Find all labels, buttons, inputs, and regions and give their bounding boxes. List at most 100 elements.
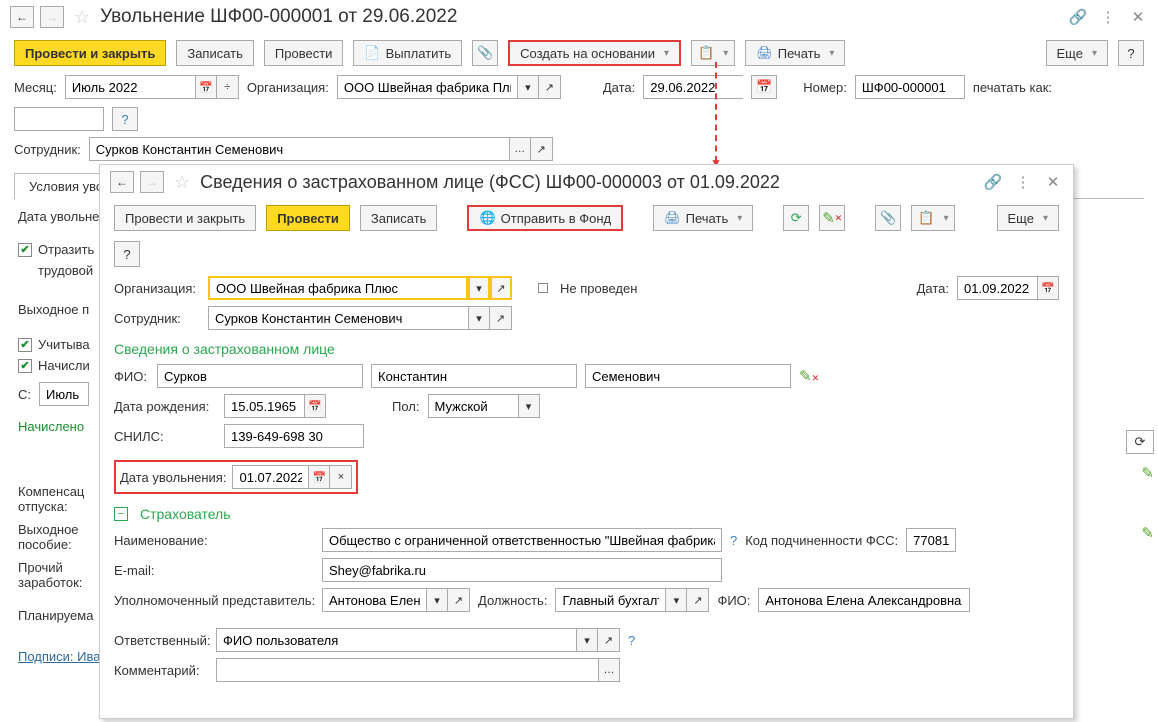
org-dropdown-icon[interactable]: ▾ (517, 75, 539, 99)
position-dropdown-icon[interactable]: ▾ (665, 588, 687, 612)
favorite-star-icon[interactable]: ☆ (74, 7, 90, 28)
nav-forward-button[interactable]: → (40, 6, 64, 28)
position-input[interactable] (555, 588, 665, 612)
dismiss-date-input[interactable] (232, 465, 308, 489)
fss-code-input[interactable] (906, 528, 956, 552)
kebab-menu-icon[interactable]: ⋮ (1098, 7, 1118, 27)
c-input[interactable] (39, 382, 89, 406)
child-employee-input[interactable] (208, 306, 468, 330)
send-to-fund-button[interactable]: 🌐Отправить в Фонд (467, 205, 623, 231)
child-employee-dropdown-icon[interactable]: ▾ (468, 306, 490, 330)
save-button[interactable]: Записать (176, 40, 254, 66)
help-button[interactable]: ? (1118, 40, 1144, 66)
child-link-icon[interactable]: 🔗 (983, 172, 1003, 192)
child-org-dropdown-icon[interactable]: ▾ (468, 276, 490, 300)
employee-label: Сотрудник: (14, 142, 81, 157)
print-as-input[interactable] (14, 107, 104, 131)
print-button[interactable]: 🖨Печать (745, 40, 845, 66)
date-calendar-icon[interactable]: 📅 (751, 75, 777, 99)
rep-input[interactable] (322, 588, 426, 612)
child-nav-back-button[interactable]: ← (110, 171, 134, 193)
fio-edit-icon[interactable]: ✎✕ (799, 367, 819, 385)
employee-open-icon[interactable]: ↗ (531, 137, 553, 161)
first-name-input[interactable] (371, 364, 577, 388)
child-date-calendar-icon[interactable]: 📅 (1037, 276, 1059, 300)
birth-calendar-icon[interactable]: 📅 (304, 394, 326, 418)
insurer-collapse-toggle[interactable]: − (114, 507, 128, 521)
responsible-help-icon[interactable]: ? (628, 633, 635, 648)
child-nav-forward-button[interactable]: → (140, 171, 164, 193)
middle-name-input[interactable] (585, 364, 791, 388)
responsible-open-icon[interactable]: ↗ (598, 628, 620, 652)
sex-dropdown-icon[interactable]: ▾ (518, 394, 540, 418)
employee-more-icon[interactable]: … (509, 137, 531, 161)
sex-input[interactable] (428, 394, 518, 418)
link-icon[interactable]: 🔗 (1068, 7, 1088, 27)
insurer-name-input[interactable] (322, 528, 722, 552)
post-button[interactable]: Провести (264, 40, 344, 66)
child-edit-button[interactable]: ✎✕ (819, 205, 845, 231)
responsible-input[interactable] (216, 628, 576, 652)
consider-checkbox[interactable]: ✔ (18, 338, 32, 352)
snils-input[interactable] (224, 424, 364, 448)
edit-pencil-icon-1[interactable]: ✎ (1141, 464, 1154, 482)
child-print-button[interactable]: 🖨Печать (653, 205, 753, 231)
child-org-input[interactable] (208, 276, 468, 300)
accrue-label: Начисли (38, 358, 90, 373)
position-open-icon[interactable]: ↗ (687, 588, 709, 612)
child-refresh-button[interactable]: ⟳ (783, 205, 809, 231)
child-save-button[interactable]: Записать (360, 205, 438, 231)
comment-input[interactable] (216, 658, 598, 682)
month-calendar-icon[interactable]: 📅 (195, 75, 217, 99)
child-post-button[interactable]: Провести (266, 205, 350, 231)
child-more-button[interactable]: Еще (997, 205, 1059, 231)
child-help-button[interactable]: ? (114, 241, 140, 267)
child-date-input[interactable] (957, 276, 1037, 300)
child-post-close-button[interactable]: Провести и закрыть (114, 205, 256, 231)
create-based-on-button[interactable]: Создать на основании (508, 40, 681, 66)
insurer-name-help-icon[interactable]: ? (730, 533, 737, 548)
child-close-icon[interactable]: ✕ (1043, 172, 1063, 192)
dismiss-date-highlight: Дата увольнения: 📅 × (114, 460, 358, 494)
child-kebab-menu-icon[interactable]: ⋮ (1013, 172, 1033, 192)
comment-more-icon[interactable]: … (598, 658, 620, 682)
accrue-checkbox[interactable]: ✔ (18, 359, 32, 373)
dismiss-calendar-icon[interactable]: 📅 (308, 465, 330, 489)
org-input[interactable] (337, 75, 517, 99)
child-employee-open-icon[interactable]: ↗ (490, 306, 512, 330)
org-open-icon[interactable]: ↗ (539, 75, 561, 99)
number-input[interactable] (855, 75, 965, 99)
child-favorite-star-icon[interactable]: ☆ (174, 172, 190, 193)
print-as-help-icon[interactable]: ? (112, 107, 138, 131)
child-copy-button[interactable]: 📋 (911, 205, 955, 231)
rep-open-icon[interactable]: ↗ (448, 588, 470, 612)
responsible-label: Ответственный: (114, 633, 208, 648)
child-org-open-icon[interactable]: ↗ (490, 276, 512, 300)
email-input[interactable] (322, 558, 722, 582)
child-window-title: Сведения о застрахованном лице (ФСС) ШФ0… (200, 172, 977, 193)
month-input[interactable] (65, 75, 195, 99)
child-attach-button[interactable]: 📎 (875, 205, 901, 231)
more-button[interactable]: Еще (1046, 40, 1108, 66)
signatures-link[interactable]: Подписи: Ива (18, 649, 101, 664)
main-window-header: ← → ☆ Увольнение ШФ00-000001 от 29.06.20… (0, 0, 1158, 34)
reflect-checkbox[interactable]: ✔ (18, 243, 32, 257)
date-input[interactable] (643, 75, 743, 99)
employee-input[interactable] (89, 137, 509, 161)
attach-button[interactable]: 📎 (472, 40, 498, 66)
rep-fio-input[interactable] (758, 588, 970, 612)
birth-input[interactable] (224, 394, 304, 418)
last-name-input[interactable] (157, 364, 363, 388)
post-and-close-button[interactable]: Провести и закрыть (14, 40, 166, 66)
edit-pencil-icon-2[interactable]: ✎ (1141, 524, 1154, 542)
nav-back-button[interactable]: ← (10, 6, 34, 28)
pay-button[interactable]: 📄Выплатить (353, 40, 462, 66)
dismiss-clear-icon[interactable]: × (330, 465, 352, 489)
responsible-dropdown-icon[interactable]: ▾ (576, 628, 598, 652)
copy-dropdown-button[interactable]: 📋 (691, 40, 735, 66)
close-icon[interactable]: ✕ (1128, 7, 1148, 27)
rep-label: Уполномоченный представитель: (114, 593, 314, 608)
month-stepper-icon[interactable]: ÷ (217, 75, 239, 99)
rep-dropdown-icon[interactable]: ▾ (426, 588, 448, 612)
c-label: С: (18, 387, 31, 402)
